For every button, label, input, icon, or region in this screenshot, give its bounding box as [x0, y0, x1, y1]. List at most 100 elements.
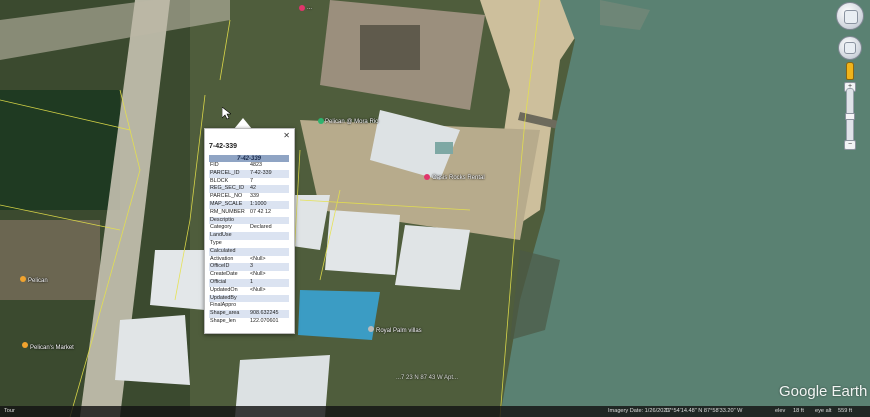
attr-key: CreateDate: [209, 271, 249, 279]
attr-value: 122.070601: [249, 317, 289, 326]
table-row: BLOCK 7: [209, 177, 289, 186]
table-row: Shape_area 908.632245: [209, 310, 289, 318]
move-arrows-icon: [844, 42, 856, 54]
attr-value: 1:1000: [249, 200, 289, 209]
satellite-map[interactable]: [0, 0, 870, 417]
attr-key: PARCEL_NO: [209, 193, 249, 201]
table-row: PARCEL_NO 339: [209, 193, 289, 201]
attr-key: UpdatedBy: [209, 294, 249, 303]
imagery-date: Imagery Date: 1/26/2021: [608, 408, 670, 414]
status-bar: Tour Imagery Date: 1/26/2021 17°54'14.48…: [0, 406, 870, 417]
table-row: MAP_SCALE 1:1000: [209, 200, 289, 209]
attr-key: OfficeID: [209, 263, 249, 272]
table-row: CreateDate <Null>: [209, 271, 289, 279]
google-earth-logo: Google Earth: [779, 383, 868, 400]
attr-value: 3: [249, 263, 289, 272]
zoom-out-button[interactable]: −: [844, 140, 856, 150]
attr-value: 339: [249, 193, 289, 201]
table-row: Type: [209, 239, 289, 248]
eye-alt-value: 559 ft: [838, 408, 852, 414]
attr-value: 42: [249, 185, 289, 194]
place-pin-pelican[interactable]: [318, 118, 324, 124]
place-pin-left-market[interactable]: [22, 342, 28, 348]
attr-value: [249, 294, 289, 303]
attr-key: FinalAppro: [209, 302, 249, 311]
attr-value: [249, 302, 289, 311]
attr-key: UpdatedOn: [209, 286, 249, 295]
attr-value: [249, 247, 289, 256]
attr-value: 908.632245: [249, 310, 289, 318]
navigation-controls: + −: [834, 0, 864, 160]
look-arrows-icon: [844, 10, 858, 24]
zoom-slider[interactable]: [845, 88, 855, 146]
attr-value: 7: [249, 177, 289, 186]
attr-key: Calculated: [209, 247, 249, 256]
elevation-value: 18 ft: [793, 408, 804, 414]
place-label-pelican[interactable]: Pelican @ Mora Rio: [325, 119, 378, 125]
place-label-left-market[interactable]: Pelican's Market: [30, 345, 74, 351]
place-label-top[interactable]: ...: [307, 5, 312, 11]
attr-key: FID: [209, 162, 249, 170]
table-row: UpdatedBy: [209, 294, 289, 303]
balloon-title: 7-42-339: [209, 143, 238, 150]
attribute-table: 7-42-339 FID 4823 PARCEL_ID 7-42-339 BLOCK…: [209, 155, 289, 326]
look-joystick[interactable]: [836, 2, 864, 30]
attr-value: 4823: [249, 162, 289, 170]
attr-key: Shape_len: [209, 317, 249, 326]
table-row: FID 4823: [209, 162, 289, 170]
place-pin-rocks[interactable]: [424, 174, 430, 180]
eye-alt-label: eye alt: [815, 408, 832, 414]
place-label-rocks[interactable]: Oasis Rocks Rental: [432, 175, 485, 181]
attr-value: 7-42-339: [249, 169, 289, 178]
table-row: PARCEL_ID 7-42-339: [209, 169, 289, 178]
attr-value: <Null>: [249, 271, 289, 279]
table-row: FinalAppro: [209, 302, 289, 311]
attr-value: 07 42 12: [249, 208, 289, 217]
attr-key: PARCEL_ID: [209, 169, 249, 178]
attr-value: Declared: [249, 224, 289, 233]
attr-key: Shape_area: [209, 310, 249, 318]
table-row: Calculated: [209, 247, 289, 256]
table-row: Activation <Null>: [209, 255, 289, 264]
zoom-slider-thumb[interactable]: [845, 113, 855, 120]
attr-key: Descriptio: [209, 216, 249, 225]
place-label-left-shop[interactable]: Pelican: [28, 278, 48, 284]
attr-key: MAP_SCALE: [209, 200, 249, 209]
table-row: UpdatedOn <Null>: [209, 286, 289, 295]
close-icon[interactable]: ✕: [283, 131, 290, 140]
move-joystick[interactable]: [838, 36, 862, 60]
attr-key: LandUse: [209, 232, 249, 240]
attr-value: <Null>: [249, 255, 289, 264]
attr-key: Category: [209, 224, 249, 233]
place-label-royal[interactable]: Royal Palm villas: [376, 328, 422, 334]
attr-key: Type: [209, 239, 249, 248]
mouse-cursor-icon: [222, 107, 231, 120]
road-label: ...7 23 N 87 43 W Apt...: [396, 375, 459, 381]
attr-value: <Null>: [249, 286, 289, 295]
attr-key: Activation: [209, 255, 249, 264]
attr-value: [249, 216, 289, 225]
table-row: Descriptio: [209, 216, 289, 225]
table-row: OfficeID 3: [209, 263, 289, 272]
table-row: RM_NUMBER 07 42 12: [209, 208, 289, 217]
street-view-pegman-icon[interactable]: [846, 62, 854, 80]
attr-key: Official: [209, 278, 249, 287]
table-row: REG_SEC_ID 42: [209, 185, 289, 194]
attr-key: REG_SEC_ID: [209, 185, 249, 194]
attr-value: [249, 239, 289, 248]
place-pin-royal[interactable]: [368, 326, 374, 332]
attr-value: [249, 232, 289, 240]
coordinates-readout: 17°54'14.48" N 87°58'33.20" W: [665, 408, 743, 414]
feature-info-balloon: ✕ 7-42-339 7-42-339 FID 4823 PARCEL_ID 7-4…: [204, 128, 295, 334]
table-row: LandUse: [209, 232, 289, 240]
place-pin-top[interactable]: [299, 5, 305, 11]
attr-key: RM_NUMBER: [209, 208, 249, 217]
tour-label[interactable]: Tour: [4, 406, 15, 417]
table-row: Official 1: [209, 278, 289, 287]
table-row: Category Declared: [209, 224, 289, 233]
elevation-label: elev: [775, 408, 786, 414]
attribute-table-header: 7-42-339: [209, 155, 289, 162]
place-pin-left-shop[interactable]: [20, 276, 26, 282]
attr-value: 1: [249, 278, 289, 287]
attr-key: BLOCK: [209, 177, 249, 186]
